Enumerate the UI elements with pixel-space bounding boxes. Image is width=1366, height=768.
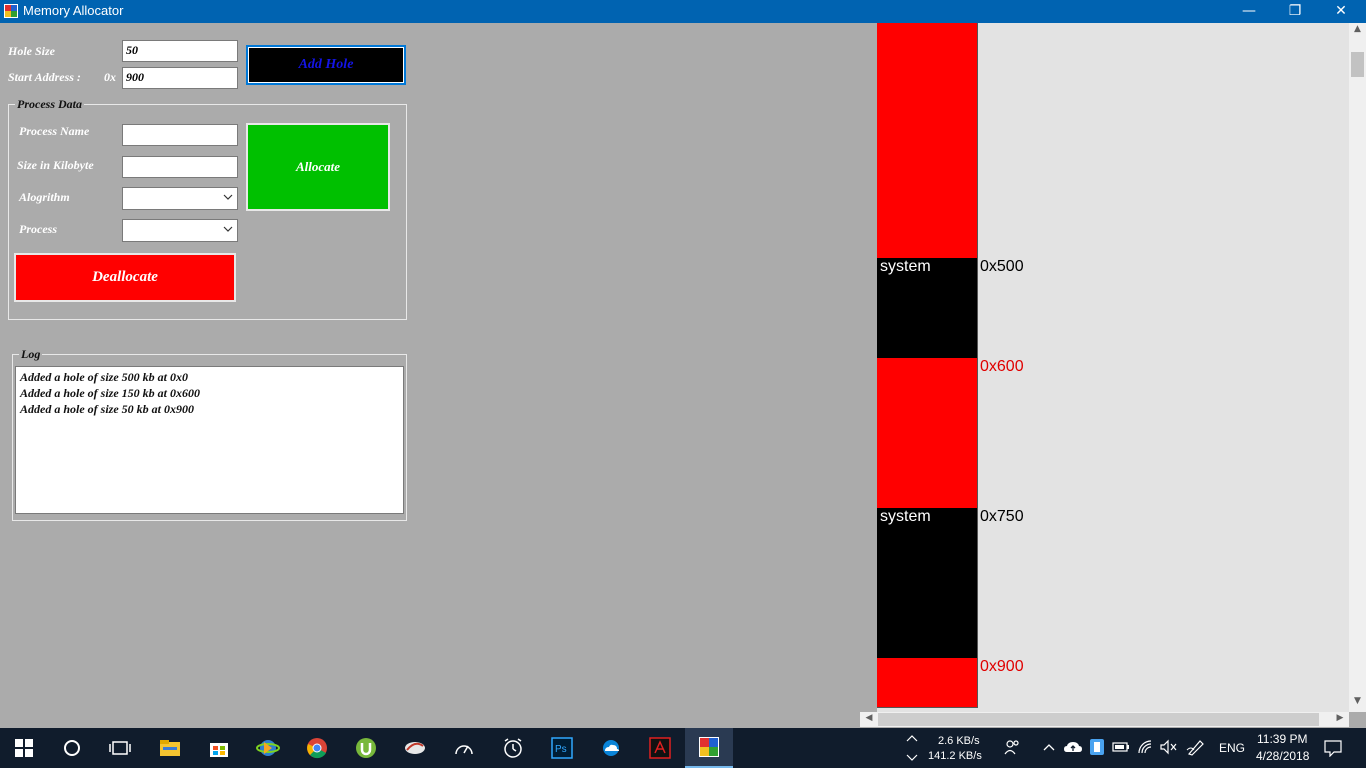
log-line: Added a hole of size 50 kb at 0x900 <box>20 402 194 416</box>
log-textbox[interactable]: Added a hole of size 500 kb at 0x0 Added… <box>15 366 404 514</box>
process-select[interactable] <box>122 219 238 242</box>
algorithm-select[interactable] <box>122 187 238 210</box>
hole-size-label: Hole Size <box>8 44 55 58</box>
memory-block-label: system <box>880 258 931 275</box>
title-bar: Memory Allocator — ❐ ✕ <box>0 0 1366 23</box>
start-address-input[interactable]: 900 <box>122 67 238 89</box>
deallocate-button[interactable]: Deallocate <box>14 253 236 302</box>
start-icon[interactable] <box>0 728 48 768</box>
speed-icon[interactable] <box>440 728 488 768</box>
network-speed-arrows-icon <box>906 734 918 762</box>
alarm-icon[interactable] <box>489 728 537 768</box>
memory-address-label: 0x900 <box>980 658 1024 675</box>
minimize-button[interactable]: — <box>1226 0 1272 23</box>
utorrent-icon[interactable] <box>342 728 390 768</box>
pen-icon[interactable] <box>1186 738 1206 761</box>
horizontal-scroll-thumb[interactable] <box>878 713 1319 726</box>
vertical-scroll-thumb[interactable] <box>1351 52 1364 77</box>
battery-icon[interactable] <box>1112 740 1130 759</box>
scroll-down-icon[interactable]: ▼ <box>1349 696 1366 712</box>
memory-block-system: system <box>877 258 978 358</box>
memory-allocator-icon[interactable] <box>685 728 733 768</box>
allocate-button[interactable]: Allocate <box>246 123 390 211</box>
acrobat-icon[interactable] <box>636 728 684 768</box>
start-address-label: Start Address : <box>8 70 81 84</box>
log-line: Added a hole of size 150 kb at 0x600 <box>20 386 200 400</box>
restore-button[interactable]: ❐ <box>1272 0 1318 23</box>
memory-address-label: 0x500 <box>980 258 1024 275</box>
process-select-value <box>123 220 129 224</box>
algorithm-select-value <box>123 188 129 192</box>
net-up-speed: 2.6 KB/s <box>938 735 980 747</box>
action-center-icon[interactable] <box>1324 739 1342 762</box>
hole-size-input[interactable]: 50 <box>122 40 238 62</box>
size-label: Size in Kilobyte <box>17 158 94 172</box>
memory-block-free <box>877 358 978 508</box>
process-name-input[interactable] <box>122 124 238 146</box>
window-title: Memory Allocator <box>23 3 124 18</box>
volume-muted-icon[interactable] <box>1160 739 1178 760</box>
process-label: Process <box>19 222 57 236</box>
address-prefix-label: 0x <box>104 70 116 84</box>
memory-block-free <box>877 23 978 258</box>
net-down-speed: 141.2 KB/s <box>928 750 982 762</box>
chevron-down-icon <box>223 194 233 200</box>
memory-block-free <box>877 658 978 708</box>
process-name-label: Process Name <box>19 124 90 138</box>
memory-block-system: system <box>877 508 978 658</box>
memory-map-panel: system 0x500 0x600 system 0x750 0x900 <box>877 23 1349 712</box>
add-hole-button[interactable]: Add Hole <box>246 45 406 85</box>
taskbar: Ps 2.6 KB/s 141.2 KB/s ENG 11:39 PM 4/28… <box>0 728 1366 768</box>
svg-text:Ps: Ps <box>555 744 567 755</box>
chrome-icon[interactable] <box>293 728 341 768</box>
app-tray-icon[interactable] <box>1089 738 1105 761</box>
scroll-left-icon[interactable]: ◀ <box>862 713 876 726</box>
close-button[interactable]: ✕ <box>1318 0 1364 23</box>
memory-address-label: 0x600 <box>980 358 1024 375</box>
vertical-scrollbar[interactable] <box>1349 23 1366 712</box>
file-explorer-icon[interactable] <box>146 728 194 768</box>
task-view-icon[interactable] <box>96 728 144 768</box>
onedrive-icon[interactable] <box>587 728 635 768</box>
photoshop-icon[interactable]: Ps <box>538 728 586 768</box>
app-icon[interactable] <box>391 728 439 768</box>
language-indicator[interactable]: ENG <box>1219 741 1245 755</box>
scroll-up-icon[interactable]: ▲ <box>1349 24 1366 40</box>
log-line: Added a hole of size 500 kb at 0x0 <box>20 370 188 384</box>
scroll-right-icon[interactable]: ▶ <box>1333 713 1347 726</box>
store-icon[interactable] <box>195 728 243 768</box>
size-input[interactable] <box>122 156 238 178</box>
clock-date[interactable]: 4/28/2018 <box>1256 749 1309 763</box>
log-title: Log <box>19 347 43 362</box>
idm-icon[interactable] <box>244 728 292 768</box>
chevron-down-icon <box>223 226 233 232</box>
wifi-icon[interactable] <box>1137 739 1155 760</box>
app-icon <box>4 4 18 18</box>
process-data-title: Process Data <box>15 97 84 112</box>
show-hidden-icons-icon[interactable] <box>1042 740 1056 759</box>
people-icon[interactable] <box>1003 738 1021 761</box>
cloud-upload-icon[interactable] <box>1063 739 1083 760</box>
cortana-icon[interactable] <box>48 728 96 768</box>
clock-time[interactable]: 11:39 PM <box>1257 732 1307 746</box>
memory-address-label: 0x750 <box>980 508 1024 525</box>
memory-block-label: system <box>880 508 931 525</box>
algorithm-label: Alogrithm <box>19 190 70 204</box>
